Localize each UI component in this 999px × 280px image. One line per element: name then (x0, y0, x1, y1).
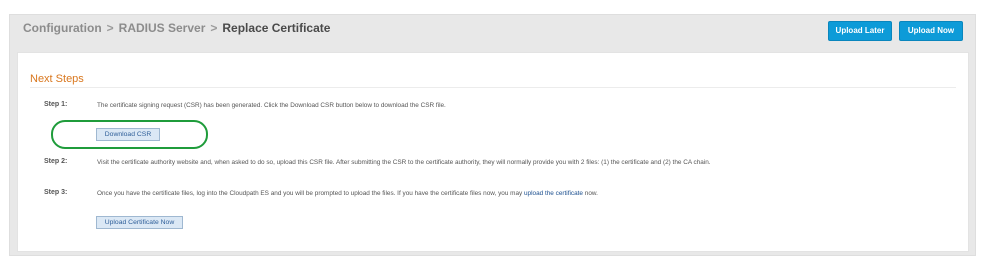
step-3-text: Once you have the certificate files, log… (97, 190, 598, 197)
download-csr-button[interactable]: Download CSR (96, 128, 160, 141)
breadcrumb-separator: > (210, 21, 218, 35)
breadcrumb: Configuration > RADIUS Server > Replace Cert… (23, 21, 330, 35)
step-2-label: Step 2: (44, 158, 68, 165)
step-3-text-before: Once you have the certificate files, log… (97, 190, 524, 197)
breadcrumb-current: Replace Certificate (222, 21, 331, 35)
upload-certificate-link[interactable]: upload the certificate (524, 190, 583, 197)
page-header-frame: Configuration > RADIUS Server > Replace Cert… (9, 14, 976, 256)
step-3-label: Step 3: (44, 189, 68, 196)
breadcrumb-radius-server[interactable]: RADIUS Server (119, 21, 206, 35)
step-2-text: Visit the certificate authority website … (97, 159, 711, 166)
step-1-label: Step 1: (44, 101, 68, 108)
step-3-text-after: now. (582, 190, 598, 197)
breadcrumb-configuration[interactable]: Configuration (23, 21, 102, 35)
upload-certificate-now-button[interactable]: Upload Certificate Now (96, 216, 183, 229)
upload-later-button[interactable]: Upload Later (828, 21, 892, 41)
breadcrumb-separator: > (106, 21, 114, 35)
upload-now-button[interactable]: Upload Now (899, 21, 963, 41)
panel-title: Next Steps (30, 73, 84, 85)
next-steps-panel: Next Steps Step 1: The certificate signi… (17, 52, 969, 252)
step-1-text: The certificate signing request (CSR) ha… (97, 102, 446, 109)
divider (30, 87, 956, 88)
